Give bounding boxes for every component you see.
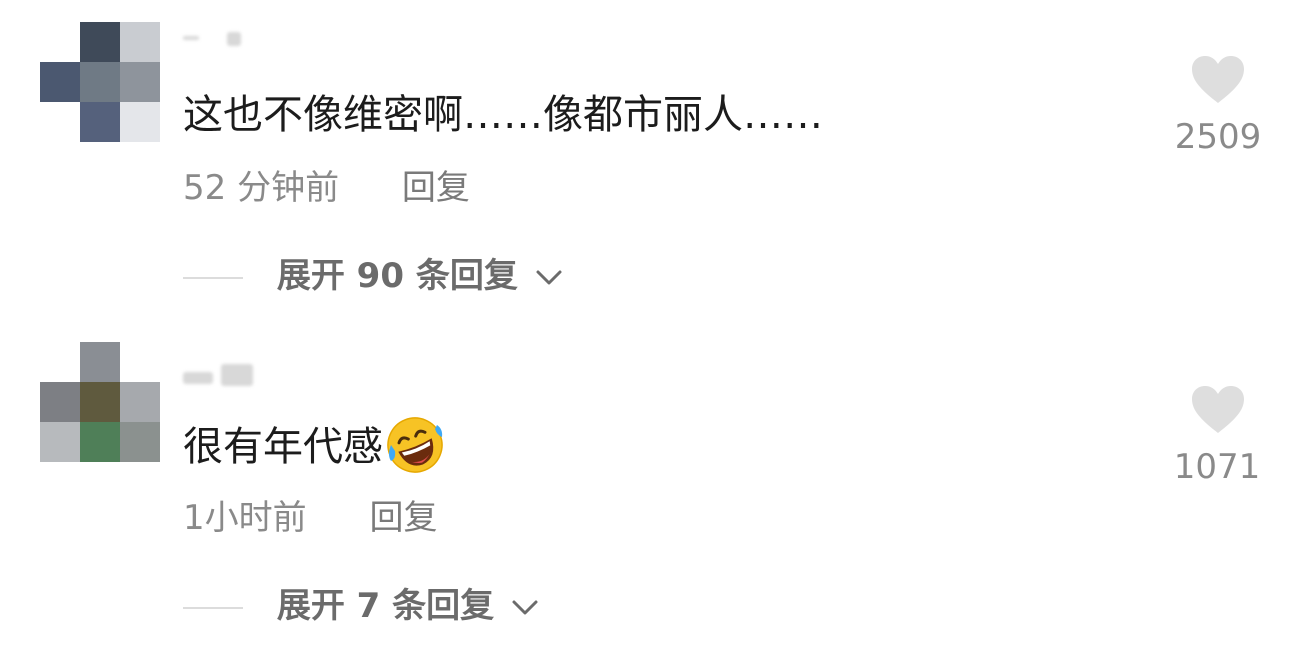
expand-replies-label: 展开 90 条回复 <box>276 256 518 296</box>
comment-text: 这也不像维密啊……像都市丽人…… <box>183 90 823 140</box>
username-blurred[interactable] <box>183 360 273 396</box>
expand-divider-line <box>183 276 243 279</box>
heart-icon <box>1192 56 1244 103</box>
expand-replies-button[interactable]: 展开 90 条回复 <box>183 256 564 296</box>
comment-meta: 1小时前 回复 <box>183 498 437 538</box>
chevron-down-icon <box>536 270 562 284</box>
comment-text-content: 这也不像维密啊……像都市丽人…… <box>183 92 823 138</box>
avatar[interactable] <box>40 342 160 462</box>
comment-time: 52 分钟前 <box>183 168 340 208</box>
like-button[interactable]: 1071 <box>1168 385 1268 487</box>
like-count: 2509 <box>1174 117 1262 157</box>
avatar[interactable] <box>40 22 160 142</box>
comment-time: 1小时前 <box>183 498 307 538</box>
chevron-down-icon <box>512 600 538 614</box>
expand-replies-label: 展开 7 条回复 <box>276 586 495 626</box>
heart-icon <box>1192 386 1244 433</box>
like-button[interactable]: 2509 <box>1168 55 1268 157</box>
comment-item: 这也不像维密啊……像都市丽人…… 52 分钟前 回复 展开 90 条回复 250… <box>0 0 1290 320</box>
expand-replies-button[interactable]: 展开 7 条回复 <box>183 586 540 626</box>
reply-button[interactable]: 回复 <box>402 168 470 208</box>
username-blurred[interactable] <box>183 28 273 64</box>
comment-text: 很有年代感 <box>183 417 445 479</box>
comment-item: 很有年代感 1小时前 回复 展开 7 条回复 1071 <box>0 330 1290 650</box>
rolling-on-floor-laughing-emoji <box>387 417 443 473</box>
comment-meta: 52 分钟前 回复 <box>183 168 470 208</box>
reply-button[interactable]: 回复 <box>369 498 437 538</box>
comment-text-content: 很有年代感 <box>183 424 383 470</box>
like-count: 1071 <box>1173 447 1261 487</box>
expand-divider-line <box>183 606 243 609</box>
